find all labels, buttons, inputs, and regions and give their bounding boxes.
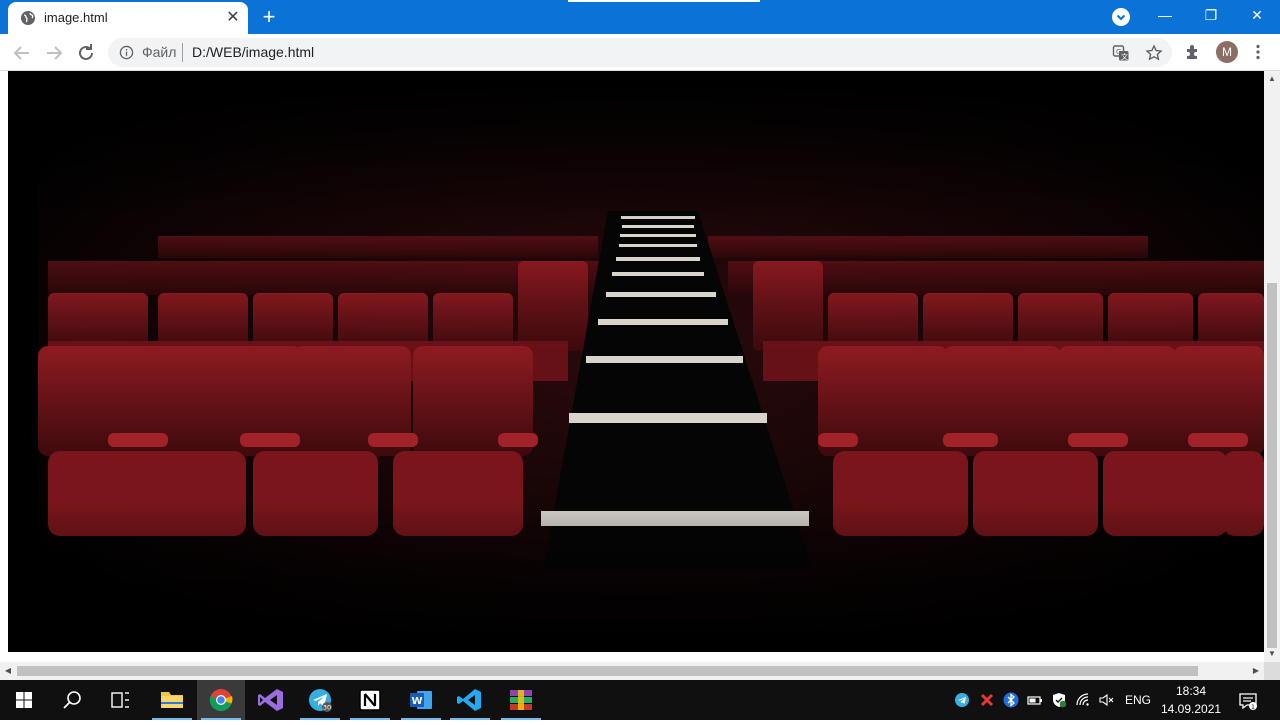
tab-search-button[interactable]	[1112, 8, 1130, 26]
task-view-button[interactable]	[96, 680, 144, 720]
taskbar-vscode[interactable]	[446, 680, 494, 720]
taskbar-chrome[interactable]	[197, 680, 245, 720]
bluetooth-icon[interactable]	[1003, 692, 1019, 708]
url-scheme-label: Файл	[142, 44, 177, 60]
taskbar-winrar[interactable]	[497, 680, 545, 720]
svg-text:W: W	[411, 696, 422, 707]
titlebar-drag-indicator	[568, 0, 760, 2]
word-icon: W	[410, 691, 432, 709]
scroll-down-icon[interactable]: ▼	[1264, 646, 1280, 662]
vertical-scroll-thumb[interactable]	[1267, 283, 1277, 648]
scroll-right-icon[interactable]: ▶	[1248, 662, 1264, 680]
folder-icon	[161, 692, 183, 708]
search-button[interactable]	[48, 680, 96, 720]
bookmark-star-icon[interactable]	[1145, 44, 1163, 62]
notion-icon	[359, 689, 381, 711]
translate-icon[interactable]: G 文	[1112, 44, 1130, 62]
browser-titlebar: image.html ✕ + — ❐ ✕	[0, 0, 1280, 34]
task-view-icon	[111, 692, 129, 708]
address-bar[interactable]: Файл D:/WEB/image.html G 文	[108, 38, 1172, 67]
globe-icon	[21, 11, 35, 25]
chevron-down-icon	[1116, 14, 1126, 21]
windows-icon	[16, 692, 32, 708]
page-viewport	[0, 71, 1264, 662]
visual-studio-icon	[258, 689, 283, 711]
minimize-button[interactable]: —	[1142, 0, 1188, 32]
reload-icon[interactable]	[74, 41, 98, 65]
horizontal-scroll-thumb[interactable]	[17, 666, 1198, 676]
tab-close-icon[interactable]: ✕	[224, 9, 242, 27]
defender-shield-icon[interactable]	[1051, 692, 1067, 708]
info-icon[interactable]	[119, 45, 134, 60]
new-tab-button[interactable]: +	[258, 6, 280, 28]
kebab-menu-icon[interactable]	[1249, 43, 1267, 61]
chrome-icon	[209, 689, 233, 712]
url-text[interactable]: D:/WEB/image.html	[192, 45, 314, 60]
battery-icon[interactable]	[1027, 692, 1043, 708]
telegram-icon: 30	[309, 689, 332, 712]
profile-avatar[interactable]: M	[1216, 41, 1238, 63]
vscode-icon	[457, 689, 481, 711]
taskbar-telegram[interactable]: 30	[296, 680, 344, 720]
scroll-left-icon[interactable]: ◀	[0, 662, 16, 680]
scrollbar-corner	[1264, 662, 1280, 680]
browser-toolbar: Файл D:/WEB/image.html G 文 M	[0, 34, 1280, 71]
taskbar-word[interactable]: W	[397, 680, 445, 720]
cinema-hall-picture	[8, 71, 1264, 652]
tab-title: image.html	[44, 10, 108, 25]
horizontal-scrollbar[interactable]: ◀ ▶	[0, 662, 1264, 680]
notification-count: 1	[1251, 703, 1255, 711]
volume-muted-icon[interactable]	[1098, 692, 1114, 708]
taskbar-file-explorer[interactable]	[148, 680, 196, 720]
clock-date[interactable]: 14.09.2021	[1161, 702, 1221, 716]
svg-text:文: 文	[1121, 52, 1128, 61]
back-arrow-icon[interactable]	[10, 41, 34, 65]
taskbar-visual-studio[interactable]	[247, 680, 295, 720]
notification-center-icon[interactable]: 1	[1238, 691, 1258, 711]
taskbar-notion[interactable]	[346, 680, 394, 720]
forward-arrow-icon[interactable]	[42, 41, 66, 65]
scroll-up-icon[interactable]: ▲	[1264, 71, 1280, 87]
omnibox-divider	[182, 43, 183, 62]
windows-taskbar: 30 W ENG 18:34 14.09.2021 1	[0, 680, 1280, 720]
search-icon	[63, 691, 81, 709]
restore-button[interactable]: ❐	[1188, 0, 1234, 32]
start-button[interactable]	[0, 680, 48, 720]
winrar-icon	[510, 690, 532, 710]
telegram-badge: 30	[323, 704, 331, 712]
telegram-tray-icon[interactable]	[954, 692, 970, 708]
close-window-button[interactable]: ✕	[1234, 0, 1280, 32]
vertical-scrollbar[interactable]: ▲ ▼	[1264, 71, 1280, 662]
wifi-icon[interactable]	[1075, 692, 1091, 708]
security-tray-icon[interactable]	[979, 692, 995, 708]
browser-tab[interactable]: image.html ✕	[8, 2, 248, 34]
clock-time[interactable]: 18:34	[1176, 684, 1206, 698]
theater-image	[8, 71, 1264, 652]
extensions-puzzle-icon[interactable]	[1184, 43, 1202, 61]
language-indicator[interactable]: ENG	[1125, 693, 1151, 707]
